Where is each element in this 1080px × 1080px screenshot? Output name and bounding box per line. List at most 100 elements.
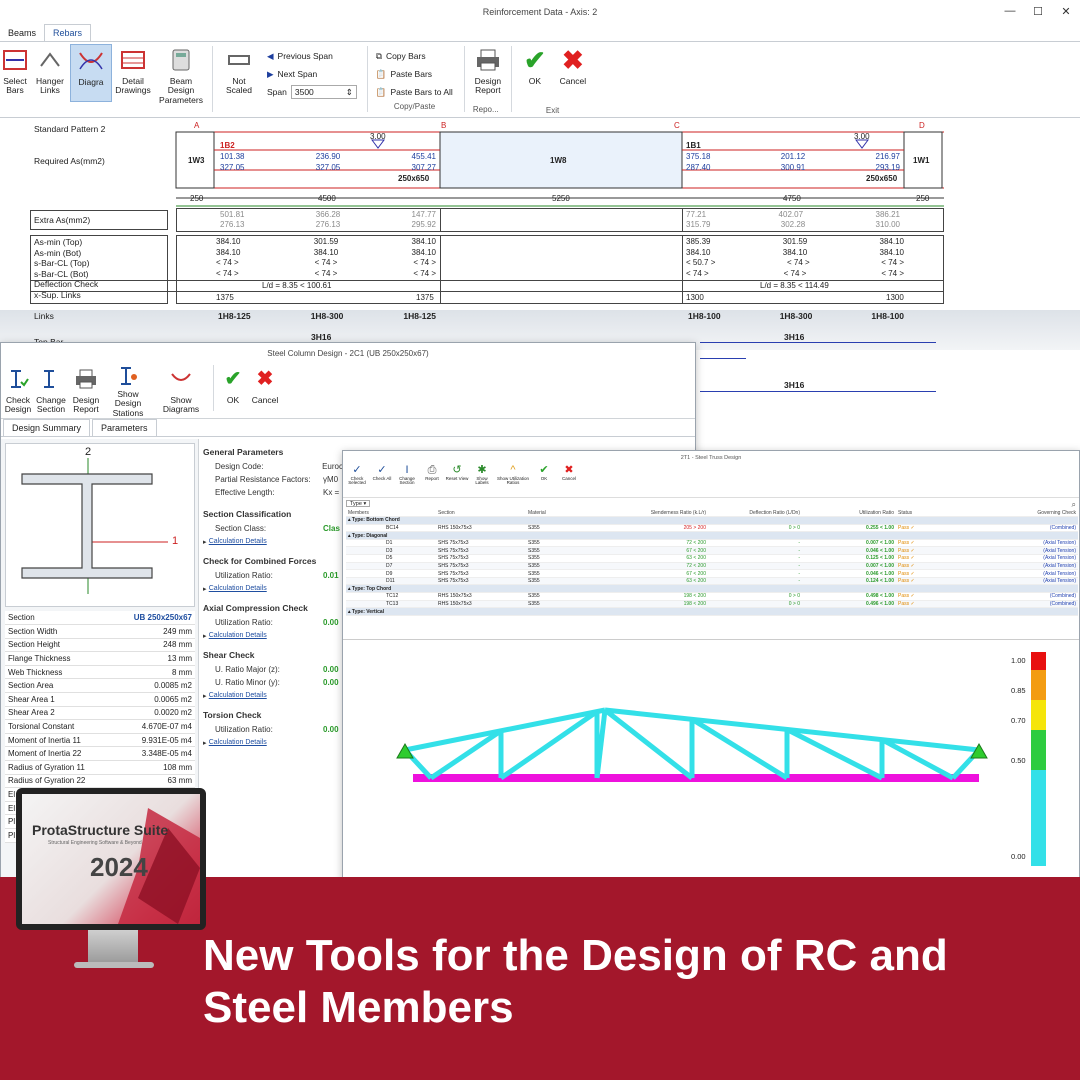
calculator-icon [167, 46, 195, 74]
w3-ribbon-button[interactable]: ✓ Check Selected [345, 464, 369, 497]
w2-ok-button[interactable]: ✔ OK [218, 363, 248, 418]
table-row[interactable]: D5 SHS 75x75x3 S355 63 < 200-0.125 < 1.00 Pa… [346, 554, 1078, 563]
search-icon[interactable]: ⌕ [1072, 500, 1076, 509]
paste-bars-button[interactable]: 📋 Paste Bars [376, 66, 456, 82]
expand-icon[interactable]: ▸ [203, 585, 207, 593]
table-cell: 72 < 200 [616, 562, 708, 571]
table-row[interactable]: D7 SHS 75x75x3 S355 72 < 200-0.007 < 1.00 Pa… [346, 562, 1078, 571]
w2-cancel-button[interactable]: ✖ Cancel [248, 363, 282, 418]
table-cell: 67 < 200 [616, 546, 708, 556]
next-span-button[interactable]: ▶ Next Span [267, 66, 357, 82]
beam-design-parameters-button[interactable]: Beam Design Parameters [154, 44, 208, 107]
check-row: < 50.7 > < 74 > < 74 > [686, 258, 904, 269]
table-row[interactable]: D9 SHS 75x75x3 S355 67 < 200-0.046 < 1.00 Pa… [346, 569, 1078, 578]
table-row[interactable]: TC12 RHS 150x75x3 S355 198 < 200 0 > 0 0.498 … [346, 592, 1078, 601]
calc-details-2[interactable]: ▸ Calculation Details [203, 582, 343, 595]
group-label: ▴ Type: Diagonal [346, 531, 1078, 540]
w3-ribbon-button[interactable]: ✱ Show Labels [470, 464, 494, 497]
w3-ribbon-button[interactable]: ✔ OK [532, 464, 556, 497]
table-row[interactable]: D3 SHS 75x75x3 S355 67 < 200-0.046 < 1.00 Pa… [346, 546, 1078, 556]
hanger-links-button[interactable]: Hanger Links [30, 44, 70, 98]
minimize-icon[interactable]: — [996, 0, 1024, 22]
check-cell: < 74 > [314, 258, 338, 268]
label-deflection: Deflection Check [34, 279, 99, 290]
w3-ribbon-button[interactable]: ✓ Check All [370, 464, 394, 497]
tab-parameters[interactable]: Parameters [92, 419, 157, 436]
property-name: Web Thickness [5, 665, 113, 680]
cancel-button[interactable]: ✖ Cancel [554, 44, 592, 88]
group-row[interactable]: ▴ Type: Vertical [346, 607, 1078, 616]
w3-ribbon-button[interactable]: ✖ Cancel [557, 464, 581, 497]
table-row[interactable]: BC14 RHS 150x75x3 S355 205 > 200 0 > 0 0.255 … [346, 524, 1078, 533]
calc-details-1[interactable]: ▸ Calculation Details [203, 535, 343, 548]
w3-ribbon-button[interactable]: ⎙ Report [420, 464, 444, 497]
close-icon[interactable]: ✕ [1052, 0, 1080, 22]
table-row[interactable]: TC13 RHS 150x75x3 S355 198 < 200 0 > 0 0.496 … [346, 600, 1078, 609]
diagrams-button[interactable]: Diagra [70, 44, 112, 102]
table-cell: RHS 150x75x3 [436, 524, 526, 533]
section-class-value: Clas [323, 524, 340, 533]
expand-icon[interactable]: ▸ [203, 692, 207, 700]
not-scaled-button[interactable]: Not Scaled [217, 44, 261, 98]
calc-details-3[interactable]: ▸ Calculation Details [203, 629, 343, 642]
check-cell: < 74 > [786, 258, 810, 268]
calc-link-5[interactable]: Calculation Details [209, 739, 267, 746]
span-input[interactable]: 3500 ⇕ [290, 85, 357, 99]
table-cell: S355 [526, 592, 616, 601]
tab-rebars[interactable]: Rebars [44, 24, 92, 41]
expand-icon[interactable]: ▸ [203, 538, 207, 546]
copy-bars-button[interactable]: ⧉ Copy Bars [376, 48, 456, 64]
group-row[interactable]: ▴ Type: Diagonal [346, 531, 1078, 540]
maximize-icon[interactable]: ☐ [1024, 0, 1052, 22]
group-row[interactable]: ▴ Type: Top Chord [346, 584, 1078, 594]
calc-link-3[interactable]: Calculation Details [209, 632, 267, 639]
w2-ribbon: Check Design Change Section Design Repor… [1, 363, 695, 419]
tab-design-summary[interactable]: Design Summary [3, 419, 91, 436]
prf-label: Partial Resistance Factors: [215, 475, 311, 484]
show-diagrams-button[interactable]: Show Diagrams [153, 363, 209, 418]
top-chord-left[interactable] [404, 707, 606, 753]
design-code-value: Euroc [322, 462, 343, 471]
tab-beams[interactable]: Beams [0, 25, 44, 41]
property-row: Moment of Inertia 11 9.931E-05 m4 [5, 733, 195, 748]
expand-icon[interactable]: ▸ [203, 632, 207, 640]
type-filter[interactable]: Type ▾ [346, 500, 371, 507]
change-section-button[interactable]: Change Section [33, 363, 69, 418]
axial-label: Utilization Ratio: [215, 618, 273, 627]
calc-details-4[interactable]: ▸ Calculation Details [203, 689, 343, 702]
previous-span-button[interactable]: ◀ Previous Span [267, 48, 357, 64]
table-cell: D7 [346, 562, 436, 571]
w3-ribbon-button[interactable]: ↺ Reset View [445, 464, 469, 497]
calc-details-5[interactable]: ▸ Calculation Details [203, 736, 343, 749]
w3-ribbon-button[interactable]: I Change Section [395, 464, 419, 497]
links1-0: 1H8-125 [218, 311, 251, 321]
select-bars-button[interactable]: Select Bars [0, 44, 30, 98]
column-header: Governing Check [956, 509, 1078, 518]
ok-button[interactable]: ✔ OK [516, 44, 554, 88]
w2-report-button[interactable]: Design Report [69, 363, 103, 418]
design-report-button[interactable]: Design Report Repo... [469, 44, 507, 114]
calc-link-1[interactable]: Calculation Details [209, 538, 267, 545]
detail-drawings-button[interactable]: Detail Drawings [112, 44, 154, 98]
table-row[interactable]: D11 SHS 75x75x3 S355 63 < 200-0.124 < 1.00 P… [346, 577, 1078, 586]
check-cell: 384.10 [313, 247, 339, 257]
group-row[interactable]: ▴ Type: Bottom Chord [346, 516, 1078, 525]
steel-truss-window: 2T1 - Steel Truss Design ✓ Check Selected… [342, 450, 1080, 880]
paste-bars-all-button[interactable]: 📋 Paste Bars to All [376, 84, 456, 100]
w3-ribbon-button[interactable]: ^ Show Utilization Ratios [495, 464, 531, 497]
design-stations-button[interactable]: Show Design Stations [103, 363, 153, 418]
calc-link-4[interactable]: Calculation Details [209, 692, 267, 699]
table-cell: (Axial Tension) [956, 554, 1078, 563]
calc-link-2[interactable]: Calculation Details [209, 585, 267, 592]
expand-icon[interactable]: ▸ [203, 739, 207, 747]
check-design-button[interactable]: Check Design [3, 363, 33, 418]
table-cell: Pass ✓ [896, 569, 956, 578]
table-row[interactable]: D1 SHS 75x75x3 S355 72 < 200-0.007 < 1.00 Pa… [346, 539, 1078, 548]
arrow-right-icon: ▶ [267, 68, 274, 79]
dim-0: 250 [190, 194, 204, 203]
spin-icon[interactable]: ⇕ [346, 87, 353, 97]
property-value: 0.0085 m2 [112, 678, 195, 694]
cancel-label: Cancel [559, 76, 587, 86]
property-name: Radius of Gyration 11 [5, 760, 113, 775]
property-name: Shear Area 2 [5, 706, 113, 721]
